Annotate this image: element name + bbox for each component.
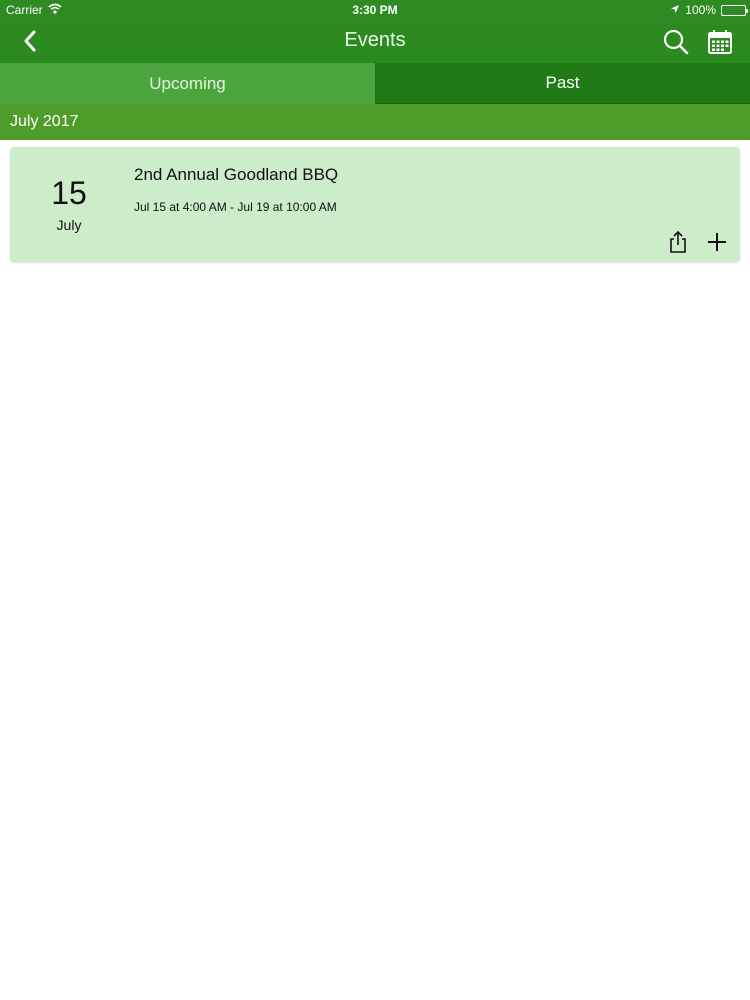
event-title: 2nd Annual Goodland BBQ — [134, 165, 339, 184]
tab-upcoming-label: Upcoming — [149, 73, 226, 93]
segment-tabs: Upcoming Past — [0, 63, 750, 104]
status-right: 100% — [670, 3, 748, 17]
month-header-label: July 2017 — [10, 113, 79, 130]
top-bar: Carrier 3:30 PM 100% Events — [0, 0, 750, 63]
navigation-bar: Events — [0, 20, 750, 63]
page-title: Events — [344, 29, 406, 51]
search-button[interactable] — [662, 28, 690, 56]
share-icon — [670, 230, 686, 253]
search-icon — [663, 29, 689, 55]
tab-upcoming[interactable]: Upcoming — [0, 63, 375, 104]
event-card[interactable]: 15 July 2nd Annual Goodland BBQ Jul 15 a… — [10, 147, 740, 262]
status-bar: Carrier 3:30 PM 100% — [0, 0, 750, 20]
calendar-icon — [708, 30, 732, 54]
battery-icon — [721, 4, 748, 16]
tab-past[interactable]: Past — [375, 63, 750, 104]
calendar-button[interactable] — [706, 28, 734, 56]
event-date-month: July — [56, 217, 82, 233]
status-time: 3:30 PM — [352, 3, 398, 17]
battery-percent: 100% — [685, 3, 716, 17]
share-button[interactable] — [667, 230, 689, 254]
plus-icon — [708, 233, 726, 251]
month-section-header: July 2017 — [0, 104, 750, 140]
tab-past-label: Past — [545, 73, 580, 92]
location-arrow-icon — [670, 3, 680, 17]
event-time-range: Jul 15 at 4:00 AM - Jul 19 at 10:00 AM — [134, 200, 337, 214]
add-to-calendar-button[interactable] — [705, 230, 729, 254]
event-date-day: 15 — [51, 175, 87, 211]
